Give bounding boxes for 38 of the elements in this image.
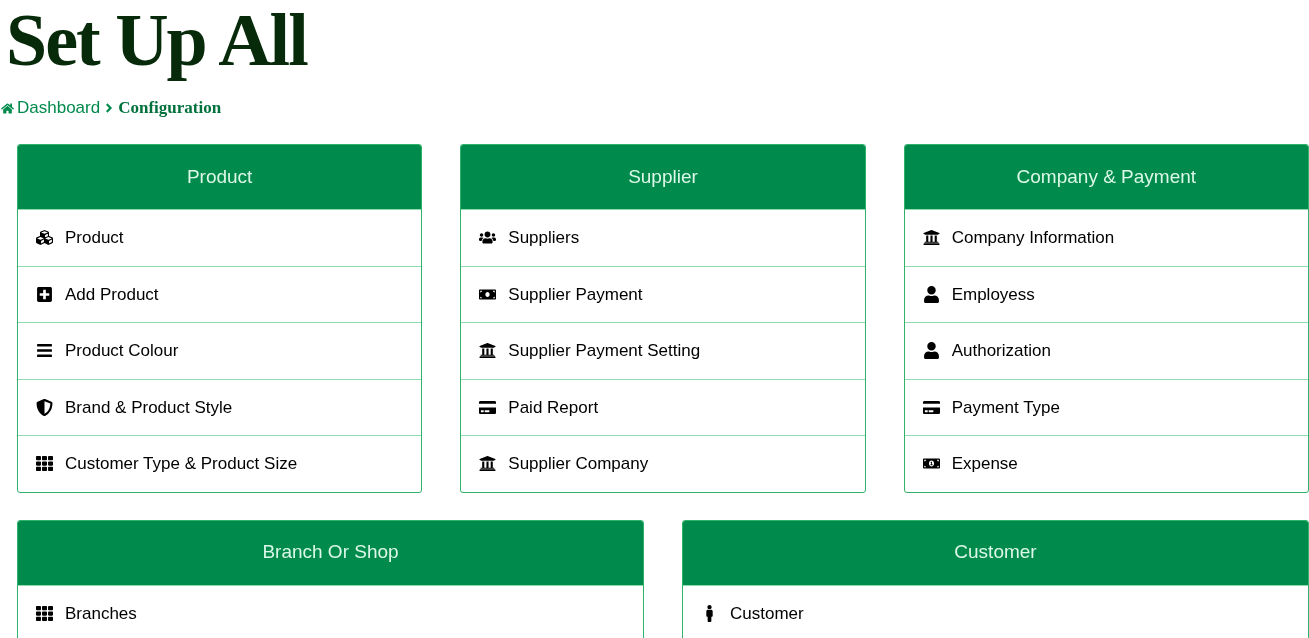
panel-title: Supplier bbox=[628, 164, 698, 189]
user-icon bbox=[922, 342, 940, 360]
home-icon bbox=[1, 101, 14, 115]
menu-link[interactable]: Supplier Payment bbox=[479, 281, 643, 307]
menu-link[interactable]: Add Product bbox=[36, 281, 159, 307]
bank-icon bbox=[479, 455, 497, 473]
menu-link[interactable]: Supplier Payment Setting bbox=[479, 338, 701, 364]
menu-link[interactable]: Branches bbox=[36, 600, 137, 626]
menu-link[interactable]: Paid Report bbox=[479, 394, 599, 420]
menu-link[interactable]: Customer bbox=[701, 600, 804, 626]
menu-link[interactable]: Employess bbox=[922, 281, 1035, 307]
grid-icon bbox=[36, 455, 53, 473]
list-icon bbox=[36, 342, 53, 360]
menu-link[interactable]: Company Information bbox=[922, 225, 1115, 251]
breadcrumb-link[interactable]: Dashboard bbox=[17, 95, 101, 121]
menu-link[interactable]: Payment Type bbox=[922, 394, 1060, 420]
breadcrumb-current: Configuration bbox=[118, 97, 222, 120]
credit-card-icon bbox=[922, 398, 940, 416]
cubes-icon bbox=[36, 229, 53, 247]
bank-icon bbox=[922, 229, 940, 247]
menu-link[interactable]: Expense bbox=[922, 451, 1018, 477]
bank-icon bbox=[479, 342, 497, 360]
user-icon bbox=[922, 285, 940, 303]
grid-icon bbox=[36, 604, 53, 622]
page-title: Set Up All bbox=[5, 0, 309, 80]
menu-link[interactable]: Product bbox=[36, 225, 124, 251]
menu-link[interactable]: Product Colour bbox=[36, 338, 179, 364]
menu-link[interactable]: Authorization bbox=[922, 338, 1051, 364]
panel-title: Product bbox=[186, 164, 253, 189]
panel-title: Company & Payment bbox=[1016, 164, 1197, 189]
credit-card-icon bbox=[479, 398, 497, 416]
menu-link[interactable]: Customer Type & Product Size bbox=[36, 451, 298, 477]
menu-link[interactable]: Supplier Company bbox=[479, 451, 649, 477]
panel-title: Branch Or Shop bbox=[262, 540, 399, 565]
menu-link[interactable]: Suppliers bbox=[479, 225, 580, 251]
menu-link[interactable]: Brand & Product Style bbox=[36, 394, 233, 420]
shield-icon bbox=[36, 398, 53, 416]
panel-title: Customer bbox=[954, 540, 1037, 565]
